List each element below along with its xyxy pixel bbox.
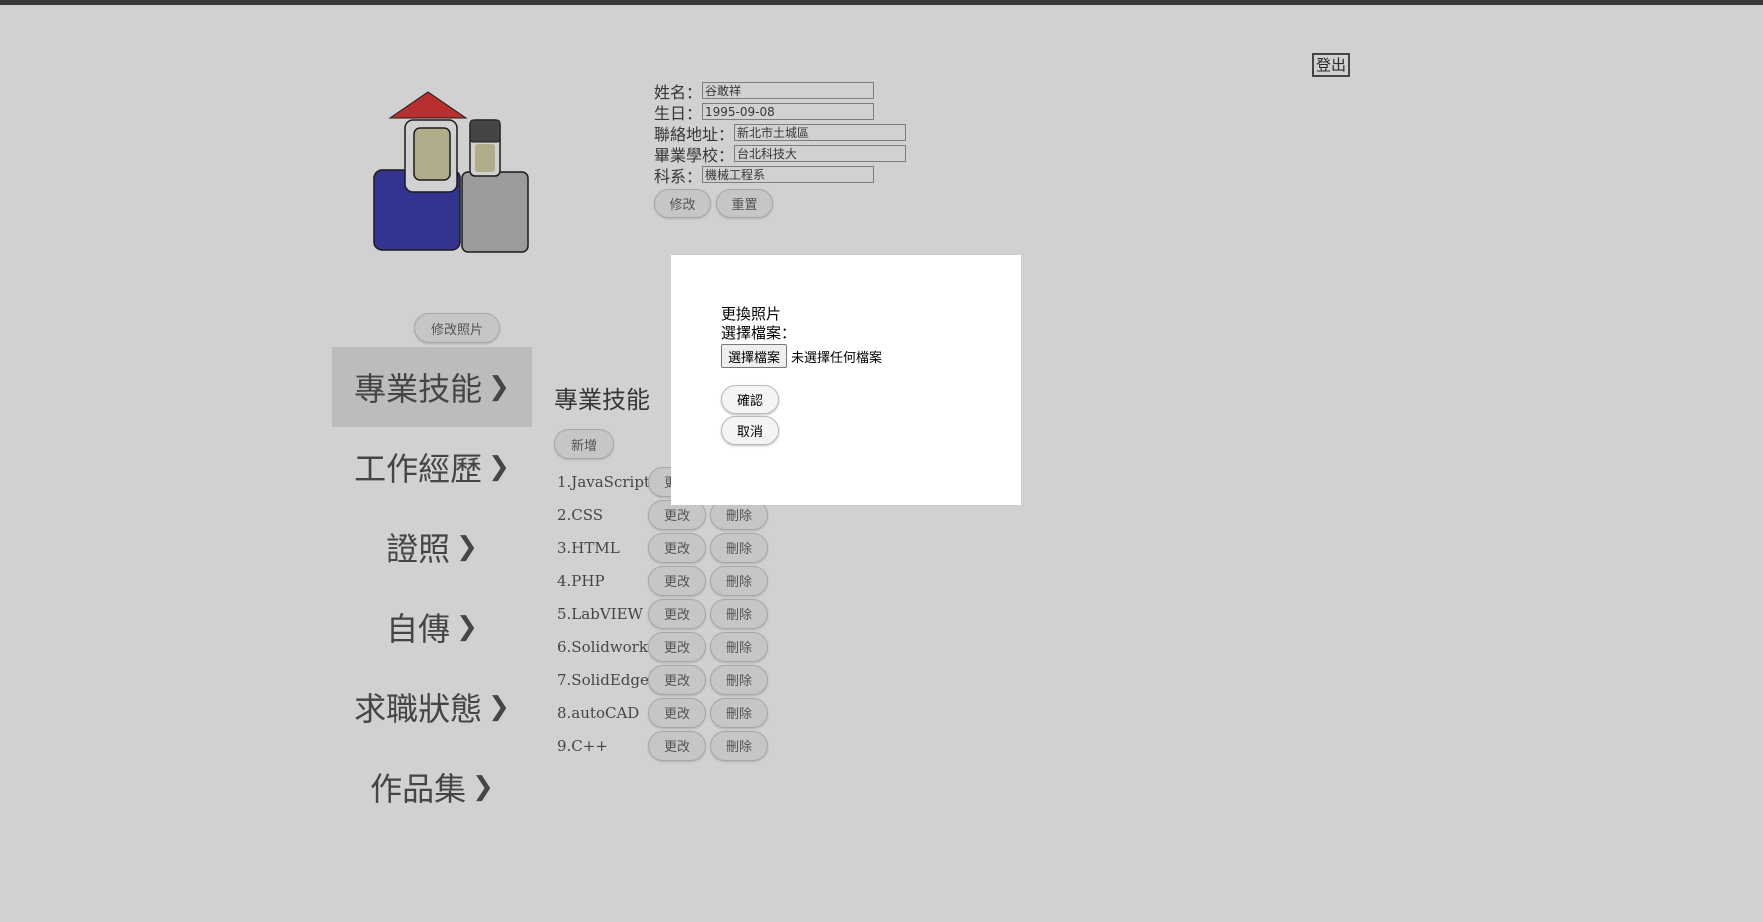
cancel-button[interactable]: 取消: [721, 416, 779, 445]
choose-file-button[interactable]: 選擇檔案: [721, 344, 788, 368]
confirm-button[interactable]: 確認: [721, 385, 779, 414]
dialog-title: 更換照片: [721, 305, 782, 323]
file-label: 選擇檔案：: [721, 324, 797, 342]
file-input: 選擇檔案 未選擇任何檔案: [721, 344, 882, 368]
change-photo-dialog: 更換照片 選擇檔案： 選擇檔案 未選擇任何檔案 確認 取消: [671, 255, 1021, 505]
dialog-body: 更換照片 選擇檔案： 選擇檔案 未選擇任何檔案 確認 取消: [721, 305, 882, 445]
file-status: 未選擇任何檔案: [791, 350, 883, 366]
